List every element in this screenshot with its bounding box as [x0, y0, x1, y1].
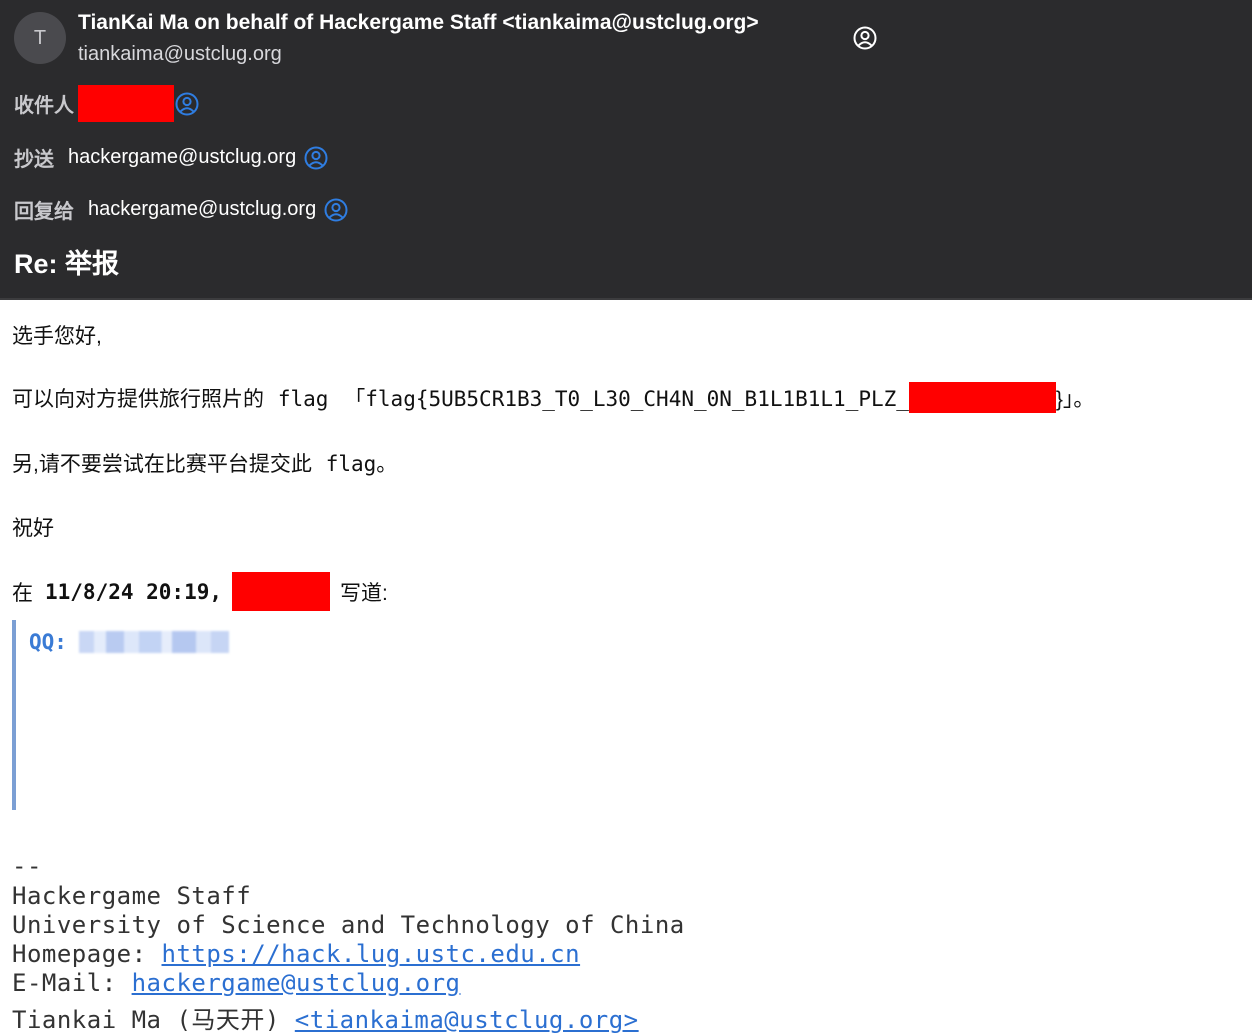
quote-bar — [12, 620, 16, 810]
flag-paragraph-prefix: 可以向对方提供旅行照片的 — [12, 388, 264, 411]
to-row: 收件人 — [14, 85, 200, 122]
from-line[interactable]: TianKai Ma on behalf of Hackergame Staff… — [78, 11, 759, 35]
signature-email: E-Mail: hackergame@ustclug.org — [12, 969, 460, 997]
email-label: E-Mail: — [12, 969, 132, 997]
person-email-link[interactable]: <tiankaima@ustclug.org> — [295, 1006, 639, 1034]
signature-person: Tiankai Ma (马天开) <tiankaima@ustclug.org> — [12, 1000, 639, 1035]
reply-to-label: 回复给 — [14, 201, 74, 223]
reply-to-address[interactable]: hackergame@ustclug.org — [88, 198, 316, 221]
avatar-initial: T — [33, 26, 47, 49]
signature-separator: -- — [12, 852, 42, 880]
warning-prefix: 另,请不要尝试在比赛平台提交此 — [12, 453, 312, 476]
flag-redaction — [908, 382, 1056, 413]
cc-row: 抄送 hackergame@ustclug.org — [14, 143, 329, 172]
closing: 祝好 — [12, 517, 54, 540]
homepage-label: Homepage: — [12, 940, 162, 968]
from-email[interactable]: tiankaima@ustclug.org — [78, 43, 282, 66]
warning-suffix: 。 — [376, 453, 398, 476]
sender-avatar[interactable]: T — [14, 12, 66, 64]
signature-org: University of Science and Technology of … — [12, 911, 685, 939]
greeting: 选手您好, — [12, 325, 102, 348]
person-name: Tiankai Ma (马天开) — [12, 1006, 295, 1034]
person-circle-icon[interactable] — [174, 91, 200, 117]
flag-paragraph: 可以向对方提供旅行照片的 flag 「flag{5UB5CR1B3_T0_L30… — [12, 382, 1094, 413]
person-circle-icon[interactable] — [852, 25, 878, 56]
quote-intro-suffix: 写道: — [340, 581, 388, 605]
reply-to-row: 回复给 hackergame@ustclug.org — [14, 195, 349, 224]
email-header: T TianKai Ma on behalf of Hackergame Sta… — [0, 0, 1252, 300]
flag-value: flag{5UB5CR1B3_T0_L30_CH4N_0N_B1L1B1L1_P… — [365, 387, 909, 411]
homepage-link[interactable]: https://hack.lug.ustc.edu.cn — [162, 940, 581, 968]
person-circle-icon[interactable] — [323, 197, 349, 223]
quote-sender-redaction — [232, 572, 331, 611]
blurred-qq-number — [78, 631, 229, 653]
to-label: 收件人 — [14, 95, 74, 117]
quote-intro-prefix: 在 — [12, 581, 33, 605]
to-redaction — [78, 85, 174, 122]
signature-homepage: Homepage: https://hack.lug.ustc.edu.cn — [12, 940, 580, 968]
warning-flag-word: flag — [325, 452, 377, 476]
signature-name: Hackergame Staff — [12, 882, 252, 910]
cc-label: 抄送 — [14, 149, 54, 171]
person-circle-icon[interactable] — [303, 145, 329, 171]
quote-intro-date: 11/8/24 20:19, — [45, 579, 223, 604]
email-link[interactable]: hackergame@ustclug.org — [132, 969, 461, 997]
flag-word: flag — [277, 387, 329, 411]
warning-paragraph: 另,请不要尝试在比赛平台提交此 flag。 — [12, 448, 397, 478]
quoted-text: QQ: — [29, 630, 229, 654]
flag-open-bracket: 「 — [344, 388, 366, 411]
qq-label: QQ: — [29, 630, 67, 654]
email-subject: Re: 举报 — [14, 249, 120, 279]
quote-intro: 在 11/8/24 20:19, 写道: — [12, 572, 388, 611]
cc-address[interactable]: hackergame@ustclug.org — [68, 146, 296, 169]
flag-close: }」。 — [1055, 388, 1095, 411]
